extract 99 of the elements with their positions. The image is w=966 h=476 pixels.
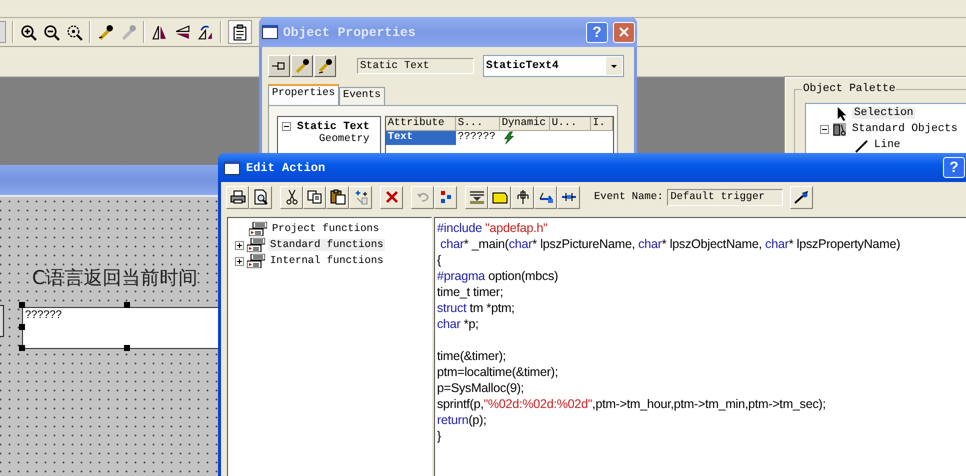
lightning-icon[interactable] xyxy=(502,131,516,145)
preview-button[interactable] xyxy=(249,186,272,208)
note-button[interactable] xyxy=(488,186,511,208)
mirror-icon[interactable] xyxy=(151,24,168,40)
insert-button[interactable] xyxy=(349,186,372,208)
column-header[interactable]: I. xyxy=(590,117,613,131)
collapse-icon[interactable] xyxy=(282,122,291,131)
objects-icon xyxy=(832,122,847,136)
window-title: Object Properties xyxy=(283,24,416,40)
code-line: time(&timer); xyxy=(437,348,506,364)
palette-item[interactable]: Selection xyxy=(852,107,916,119)
window-icon xyxy=(224,160,240,174)
help-button[interactable]: ? xyxy=(586,22,608,42)
clipboard-icon xyxy=(330,189,346,205)
resize-handle[interactable] xyxy=(19,302,25,308)
pin-button[interactable] xyxy=(268,55,290,77)
scissors-icon xyxy=(284,189,300,205)
code-line: time_t timer; xyxy=(437,284,504,300)
function-list-icon xyxy=(249,222,267,236)
preview-icon xyxy=(252,189,268,205)
column-header[interactable]: Attribute xyxy=(386,117,456,131)
object-type-field: Static Text xyxy=(357,58,474,74)
palette-item[interactable]: Standard Objects xyxy=(850,123,960,135)
code-line: { xyxy=(437,252,441,268)
table-cell[interactable]: Text xyxy=(386,131,456,145)
pin-button[interactable] xyxy=(511,186,534,208)
column-header[interactable]: U... xyxy=(550,117,591,131)
code-line: } xyxy=(437,428,441,444)
rotate-icon[interactable] xyxy=(197,24,214,40)
line-icon xyxy=(854,138,869,152)
sparkle-icon xyxy=(352,189,368,205)
static-text[interactable]: C语言返回当前时间 xyxy=(32,265,198,291)
eyedropper-button[interactable] xyxy=(291,55,313,77)
connect-button[interactable] xyxy=(557,186,580,208)
zoom-in-icon[interactable] xyxy=(20,24,37,40)
tree-item[interactable]: Geometry xyxy=(319,133,370,145)
flip-icon[interactable] xyxy=(174,24,191,40)
printer-icon xyxy=(230,189,246,205)
event-name-field: Default trigger xyxy=(667,188,784,206)
palette-item[interactable]: Line xyxy=(872,139,902,151)
column-header[interactable]: S... xyxy=(456,117,500,131)
help-button[interactable]: ? xyxy=(943,157,965,178)
expand-icon[interactable] xyxy=(235,240,244,250)
tab[interactable]: Events xyxy=(339,87,385,105)
code-line: sprintf(p,"%02d:%02d:%02d",ptm->tm_hour,ptm->tm_min,ptm->tm_sec); xyxy=(437,396,826,412)
column-header[interactable]: Dynamic xyxy=(500,117,550,131)
event-name-label: Event Name: xyxy=(594,191,664,203)
trigger-button[interactable] xyxy=(790,186,814,208)
spellcheck-button[interactable] xyxy=(434,186,457,208)
code-line: char* _main(char* lpszPictureName, char* lpszObjectName, char* lpszPropertyName) xyxy=(439,236,900,252)
window-title: Edit Action xyxy=(246,160,326,174)
trigger-icon xyxy=(794,189,810,205)
copy-icon xyxy=(306,189,322,205)
function-group[interactable]: Standard functions xyxy=(268,239,386,251)
properties-icon xyxy=(232,24,248,40)
delete-icon xyxy=(384,189,400,205)
arrow-button[interactable] xyxy=(534,186,557,208)
object-name-dropdown[interactable]: StaticText4 xyxy=(483,55,624,77)
code-line: struct tm *ptm; xyxy=(437,300,515,316)
code-line: return(p); xyxy=(437,412,486,428)
code-editor[interactable] xyxy=(434,217,966,476)
cut-button[interactable] xyxy=(280,186,303,208)
paste-button[interactable] xyxy=(326,186,349,208)
copy-button[interactable] xyxy=(303,186,326,208)
delete-button[interactable] xyxy=(380,186,403,208)
collapse-icon[interactable] xyxy=(820,124,829,134)
resize-handle[interactable] xyxy=(19,345,25,351)
function-group[interactable]: Project functions xyxy=(270,223,382,235)
code-line: #include "apdefap.h" xyxy=(437,220,548,236)
code-line: ptm=localtime(&timer); xyxy=(437,364,558,380)
close-icon xyxy=(618,26,630,38)
print-button[interactable] xyxy=(226,186,249,208)
zoom-out-icon[interactable] xyxy=(43,24,60,40)
resize-handle[interactable] xyxy=(124,302,130,308)
eyedropper-icon[interactable] xyxy=(97,24,114,40)
properties-button[interactable] xyxy=(228,20,252,44)
code-line: #pragma option(mbcs) xyxy=(437,268,558,284)
group-title: Object Palette xyxy=(802,83,896,95)
eyedropper-icon xyxy=(294,58,310,74)
expand-icon[interactable] xyxy=(235,256,244,266)
table-cell-text: ?????? xyxy=(456,131,497,145)
window-icon xyxy=(262,25,278,39)
compile-button[interactable] xyxy=(465,186,488,208)
resize-handle[interactable] xyxy=(124,345,130,351)
function-list-icon xyxy=(247,238,265,252)
close-button[interactable] xyxy=(613,22,635,42)
tree-item[interactable]: Static Text xyxy=(297,120,370,132)
eyedropper-icon xyxy=(317,58,333,74)
code-line: p=SysMalloc(9); xyxy=(437,380,524,396)
tab[interactable]: Properties xyxy=(268,84,340,105)
function-list-icon xyxy=(247,254,265,268)
function-group[interactable]: Internal functions xyxy=(268,255,386,267)
lines-icon xyxy=(468,189,484,205)
eyedropper-button[interactable] xyxy=(314,55,336,77)
code-line: char *p; xyxy=(437,316,478,332)
static-text-object[interactable]: ?????? xyxy=(22,307,218,349)
resize-handle[interactable] xyxy=(19,324,25,330)
zoom-fit-icon[interactable] xyxy=(66,24,83,40)
undo-button[interactable] xyxy=(411,186,434,208)
